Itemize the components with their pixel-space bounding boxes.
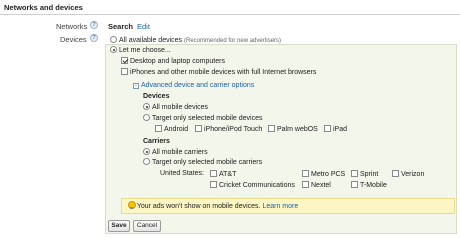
- carrier-checkbox-sprint[interactable]: Sprint: [351, 170, 378, 178]
- cricket-label: Cricket Communications: [219, 182, 295, 189]
- devices-heading: Devices: [143, 93, 170, 100]
- verizon-label: Verizon: [401, 171, 425, 178]
- learn-more-link[interactable]: Learn more: [262, 203, 298, 210]
- checkbox[interactable]: [351, 170, 358, 177]
- collapse-minus-icon[interactable]: −: [133, 83, 139, 89]
- carrier-checkbox-att[interactable]: AT&T: [210, 170, 236, 178]
- all-mobile-devices-label: All mobile devices: [152, 104, 209, 111]
- cancel-button[interactable]: Cancel: [133, 220, 161, 232]
- advanced-options-link[interactable]: Advanced device and carrier options: [141, 82, 254, 89]
- section-divider: [0, 14, 460, 15]
- united-states-label: United States:: [160, 170, 204, 177]
- help-icon[interactable]: ?: [90, 34, 98, 42]
- radio-button-selected[interactable]: [143, 103, 150, 110]
- tip-text: Your ads won't show on mobile devices.: [136, 203, 261, 210]
- radio-button[interactable]: [110, 36, 117, 43]
- ipad-label: iPad: [333, 126, 348, 133]
- carrier-checkbox-verizon[interactable]: Verizon: [392, 170, 424, 178]
- radio-button[interactable]: [143, 114, 150, 121]
- checkbox-checked[interactable]: [121, 57, 128, 64]
- checkbox[interactable]: [392, 170, 399, 177]
- all-mobile-devices-option[interactable]: All mobile devices: [143, 103, 208, 111]
- mobile-full-browsers-option[interactable]: iPhones and other mobile devices with fu…: [121, 68, 316, 76]
- android-label: Android: [164, 126, 189, 133]
- target-devices-label: Target only selected mobile devices: [152, 115, 263, 122]
- carrier-checkbox-cricket[interactable]: Cricket Communications: [210, 181, 295, 189]
- all-devices-option[interactable]: All available devices (Recommended for n…: [110, 36, 281, 44]
- device-checkbox-palm[interactable]: Palm webOS: [268, 125, 318, 133]
- all-devices-label: All available devices: [119, 37, 183, 44]
- iphone-label: iPhone/iPod Touch: [204, 126, 263, 133]
- device-checkbox-android[interactable]: Android: [155, 125, 188, 133]
- radio-button-selected[interactable]: [143, 148, 150, 155]
- checkbox[interactable]: [210, 170, 217, 177]
- networks-value: Search: [108, 22, 134, 31]
- checkbox[interactable]: [155, 125, 162, 132]
- checkbox[interactable]: [268, 125, 275, 132]
- checkbox[interactable]: [324, 125, 331, 132]
- all-carriers-option[interactable]: All mobile carriers: [143, 148, 208, 156]
- checkbox[interactable]: [351, 181, 358, 188]
- desktop-label: Desktop and laptop computers: [130, 58, 225, 65]
- checkbox[interactable]: [210, 181, 217, 188]
- carrier-checkbox-tmobile[interactable]: T-Mobile: [351, 181, 387, 189]
- carrier-checkbox-metropcs[interactable]: Metro PCS: [302, 170, 345, 178]
- section-title: Networks and devices: [4, 3, 83, 12]
- att-label: AT&T: [219, 171, 237, 178]
- carrier-checkbox-nextel[interactable]: Nextel: [302, 181, 331, 189]
- target-devices-option[interactable]: Target only selected mobile devices: [143, 114, 263, 122]
- nextel-label: Nextel: [311, 182, 331, 189]
- let-me-choose-option[interactable]: Let me choose...: [110, 46, 171, 54]
- devices-label: Devices: [60, 35, 87, 44]
- carriers-heading: Carriers: [143, 138, 170, 145]
- target-carriers-label: Target only selected mobile carriers: [152, 159, 263, 166]
- all-carriers-label: All mobile carriers: [152, 149, 208, 156]
- device-checkbox-iphone[interactable]: iPhone/iPod Touch: [195, 125, 262, 133]
- lightbulb-icon: [127, 201, 136, 210]
- sprint-label: Sprint: [360, 171, 379, 178]
- checkbox[interactable]: [302, 181, 309, 188]
- checkbox[interactable]: [195, 125, 202, 132]
- networks-label: Networks: [56, 22, 88, 31]
- advanced-options-toggle[interactable]: − Advanced device and carrier options: [133, 82, 254, 89]
- checkbox[interactable]: [121, 68, 128, 75]
- tip-content: Your ads won't show on mobile devices. L…: [127, 201, 298, 210]
- desktop-option[interactable]: Desktop and laptop computers: [121, 57, 225, 65]
- mobile-full-browsers-label: iPhones and other mobile devices with fu…: [130, 69, 317, 76]
- palm-label: Palm webOS: [277, 126, 318, 133]
- radio-button-selected[interactable]: [110, 46, 117, 53]
- save-button[interactable]: Save: [108, 220, 130, 232]
- tmobile-label: T-Mobile: [360, 182, 387, 189]
- target-carriers-option[interactable]: Target only selected mobile carriers: [143, 158, 262, 166]
- device-checkbox-ipad[interactable]: iPad: [324, 125, 347, 133]
- radio-button[interactable]: [143, 158, 150, 165]
- let-me-choose-label: Let me choose...: [119, 47, 171, 54]
- help-icon[interactable]: ?: [90, 21, 98, 29]
- edit-networks-link[interactable]: Edit: [137, 22, 150, 31]
- metropcs-label: Metro PCS: [311, 171, 346, 178]
- checkbox[interactable]: [302, 170, 309, 177]
